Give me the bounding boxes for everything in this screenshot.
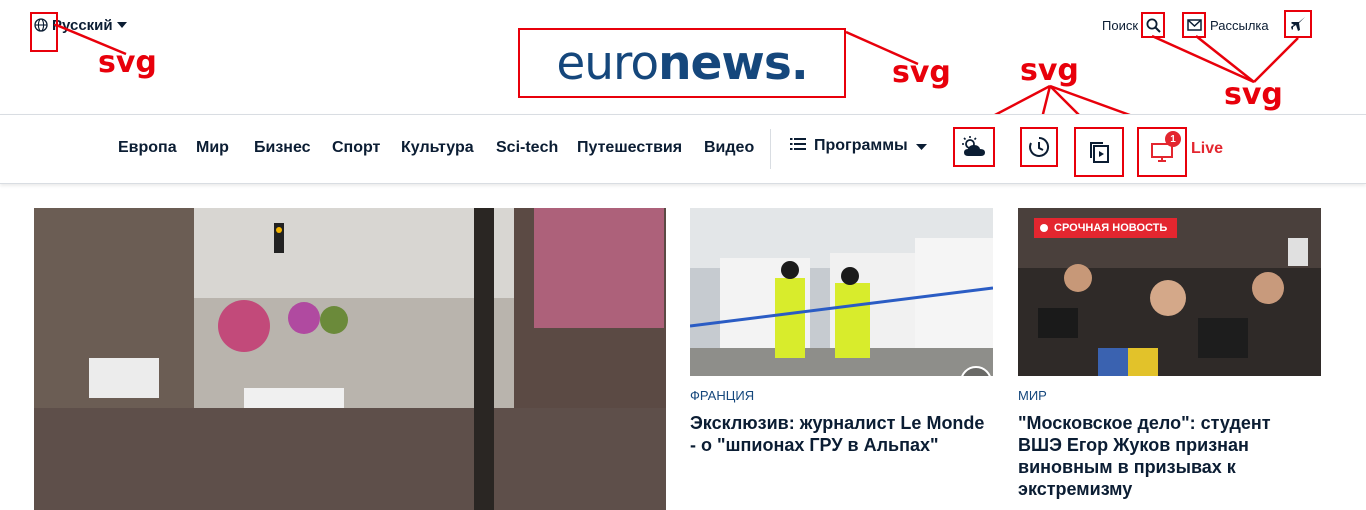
nav-item-business[interactable]: Бизнес	[254, 139, 311, 157]
globe-icon	[34, 18, 48, 32]
list-icon	[790, 137, 806, 155]
card-title-1[interactable]: Эксклюзив: журналист Le Monde - о "шпион…	[690, 412, 990, 456]
hero-photo-protest[interactable]	[34, 208, 666, 510]
search-label[interactable]: Поиск	[1102, 18, 1138, 33]
caret-down-icon	[915, 137, 927, 155]
card-title-2[interactable]: "Московское дело": студент ВШЭ Егор Жуко…	[1018, 412, 1318, 500]
stories-icon[interactable]	[1074, 127, 1124, 177]
nav-item-world[interactable]: Мир	[196, 139, 229, 157]
live-count-badge: 1	[1165, 131, 1181, 147]
programs-label: Программы	[814, 137, 908, 154]
programs-menu[interactable]: Программы	[790, 137, 927, 155]
card-photo-police[interactable]	[690, 208, 993, 376]
nav-item-sport[interactable]: Спорт	[332, 139, 380, 157]
nav-divider	[770, 129, 771, 169]
annotation-label-logo: svg	[892, 55, 951, 90]
nav-item-scitech[interactable]: Sci-tech	[496, 139, 558, 157]
annotation-label-top: svg	[1224, 77, 1283, 112]
latest-news-icon[interactable]	[1020, 127, 1058, 167]
euronews-logo[interactable]: euronews.	[518, 28, 846, 98]
annotation-label-nav: svg	[1020, 53, 1079, 88]
card-tag-france[interactable]: Франция	[690, 388, 754, 403]
weather-icon[interactable]	[953, 127, 995, 167]
live-dot-icon	[1040, 224, 1048, 232]
live-label[interactable]: Live	[1191, 140, 1223, 158]
annotation-label-lang: svg	[98, 45, 157, 80]
breaking-news-badge: Срочная новость	[1034, 218, 1178, 238]
nav-item-culture[interactable]: Культура	[401, 139, 474, 157]
card-tag-world[interactable]: Мир	[1018, 388, 1047, 403]
nav-item-travel[interactable]: Путешествия	[577, 139, 682, 157]
newsletter-label[interactable]: Рассылка	[1210, 18, 1269, 33]
logo-wordmark: euronews.	[556, 35, 808, 91]
main-navigation: Европа Мир Бизнес Спорт Культура Sci-tec…	[0, 114, 1366, 184]
nav-item-video[interactable]: Видео	[704, 139, 754, 157]
breaking-news-label: Срочная новость	[1054, 222, 1168, 234]
nav-item-europe[interactable]: Европа	[118, 139, 177, 157]
